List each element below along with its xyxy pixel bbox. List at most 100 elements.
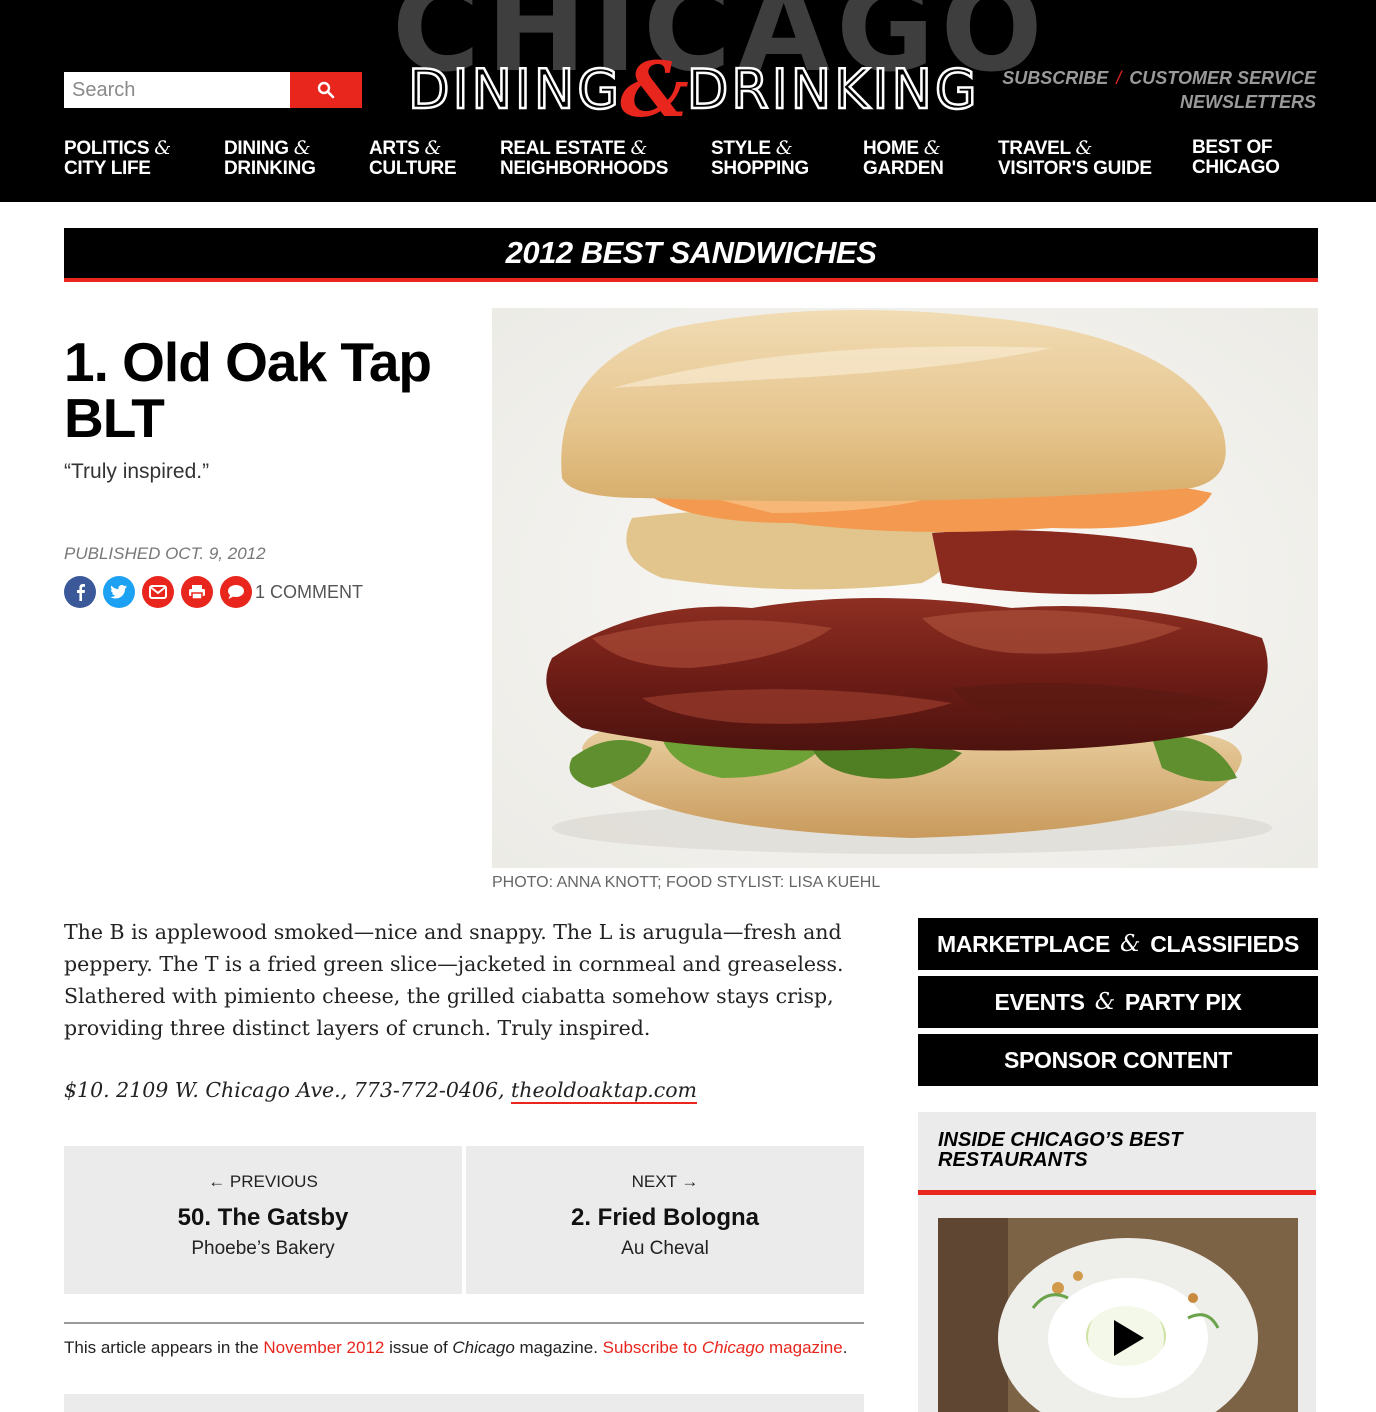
previous-article-link[interactable]: ← PREVIOUS 50. The Gatsby Phoebe’s Baker… <box>64 1146 462 1294</box>
search-form <box>64 72 362 108</box>
logo-word-dining: DINING <box>407 58 623 121</box>
print-button[interactable] <box>181 576 213 608</box>
issue-note: This article appears in the November 201… <box>64 1338 884 1358</box>
events-party-pix-button[interactable]: EVENTS & PARTY PIX <box>918 976 1318 1028</box>
next-label: NEXT → <box>631 1172 699 1191</box>
widget-title[interactable]: INSIDE CHICAGO’S BEST RESTAURANTS <box>938 1130 1298 1170</box>
site-header: CHICAGO DINING & DRINKING SUBSCRIBE / CUST… <box>0 0 1376 202</box>
publish-date: PUBLISHED OCT. 9, 2012 <box>64 544 266 563</box>
nav-ampersand: & <box>1075 137 1093 159</box>
facebook-share-button[interactable] <box>64 576 96 608</box>
nav-ampersand: & <box>923 137 941 159</box>
sponsor-content-button[interactable]: SPONSOR CONTENT <box>918 1034 1318 1086</box>
nav-politics-city-life[interactable]: POLITICS & CITY LIFE <box>64 138 171 179</box>
button-label: CLASSIFIEDS <box>1150 930 1299 957</box>
nav-label-line1: STYLE <box>711 138 771 159</box>
divider <box>64 1322 864 1324</box>
customer-service-link[interactable]: CUSTOMER SERVICE <box>1129 68 1316 88</box>
nav-ampersand: & <box>293 137 311 159</box>
nav-ampersand: & <box>424 137 442 159</box>
subscribe-link-text: Subscribe to <box>602 1338 702 1357</box>
nav-real-estate-neighborhoods[interactable]: REAL ESTATE & NEIGHBORHOODS <box>500 138 668 179</box>
nav-label-line1: ARTS <box>369 138 420 159</box>
utility-links: SUBSCRIBE / CUSTOMER SERVICE NEWSLETTERS <box>1002 66 1316 114</box>
nav-label-line2: CULTURE <box>369 158 457 179</box>
nav-home-garden[interactable]: HOME & GARDEN <box>863 138 944 179</box>
nav-arts-culture[interactable]: ARTS & CULTURE <box>369 137 457 179</box>
button-label: EVENTS <box>994 988 1085 1015</box>
next-restaurant: Au Cheval <box>621 1238 709 1259</box>
sandwich-illustration <box>492 308 1318 868</box>
nav-label-line2: CHICAGO <box>1192 157 1280 178</box>
facebook-icon <box>77 584 85 601</box>
nav-ampersand: & <box>154 137 171 159</box>
section-title-bar[interactable]: 2012 BEST SANDWICHES <box>64 228 1318 282</box>
nav-label-line2: NEIGHBORHOODS <box>500 158 669 179</box>
search-icon <box>317 81 335 99</box>
video-still <box>938 1218 1298 1412</box>
nav-travel-visitors-guide[interactable]: TRAVEL & VISITOR'S GUIDE <box>998 138 1152 179</box>
search-input[interactable] <box>64 72 290 108</box>
previous-label: ← PREVIOUS <box>208 1172 318 1191</box>
logo-word-drinking: DRINKING <box>685 58 980 121</box>
twitter-icon <box>110 585 127 599</box>
nav-label-line1: DINING <box>224 138 289 159</box>
widget-rule <box>918 1190 1316 1195</box>
nav-label-line2: VISITOR'S GUIDE <box>998 158 1152 179</box>
share-bar: 1 COMMENT <box>64 576 363 608</box>
nav-label-line1: POLITICS <box>64 138 150 159</box>
issue-note-text: magazine. <box>514 1338 603 1357</box>
print-icon <box>189 585 205 600</box>
nav-ampersand: & <box>775 137 793 159</box>
next-article-link[interactable]: NEXT → 2. Fried Bologna Au Cheval <box>466 1146 864 1294</box>
issue-link[interactable]: November 2012 <box>263 1338 384 1357</box>
nav-label-line1: TRAVEL <box>998 138 1071 159</box>
nav-dining-drinking[interactable]: DINING & DRINKING <box>224 138 316 179</box>
nav-best-of-chicago[interactable]: BEST OF CHICAGO <box>1192 138 1280 178</box>
nav-label-line2: SHOPPING <box>711 158 809 179</box>
subscribe-magazine-link[interactable]: Subscribe to Chicago magazine <box>603 1338 843 1357</box>
twitter-share-button[interactable] <box>103 576 135 608</box>
subscribe-link[interactable]: SUBSCRIBE <box>1002 68 1108 88</box>
button-ampersand: & <box>1120 931 1141 957</box>
button-ampersand: & <box>1094 989 1115 1015</box>
magazine-name: Chicago <box>452 1338 515 1357</box>
nav-ampersand: & <box>630 137 648 159</box>
marketplace-classifieds-button[interactable]: MARKETPLACE & CLASSIFIEDS <box>918 918 1318 970</box>
email-icon <box>149 585 167 599</box>
nav-label-line1: BEST OF <box>1192 137 1273 158</box>
photo-credit: PHOTO: ANNA KNOTT; FOOD STYLIST: LISA KU… <box>492 874 881 891</box>
article-dek: “Truly inspired.” <box>64 460 210 483</box>
button-label: SPONSOR CONTENT <box>1003 1046 1233 1073</box>
subscribe-link-text: magazine <box>764 1338 843 1357</box>
comments-panel <box>64 1394 864 1412</box>
nav-label-line1: REAL ESTATE <box>500 138 626 159</box>
issue-note-end: . <box>842 1338 848 1357</box>
previous-restaurant: Phoebe’s Bakery <box>191 1238 335 1259</box>
newsletters-link[interactable]: NEWSLETTERS <box>1180 92 1316 112</box>
previous-title: 50. The Gatsby <box>177 1204 349 1231</box>
article-body: The B is applewood smoked—nice and snapp… <box>64 920 844 1040</box>
email-share-button[interactable] <box>142 576 174 608</box>
nav-label-line2: CITY LIFE <box>64 158 151 179</box>
restaurant-website-link[interactable]: theoldoaktap.com <box>511 1078 697 1104</box>
comment-count[interactable]: 1 COMMENT <box>255 582 363 603</box>
restaurant-details: $10. 2109 W. Chicago Ave., 773-772-0406, <box>64 1078 512 1102</box>
article-title-line1: 1. Old Oak Tap <box>64 331 432 393</box>
button-label: MARKETPLACE <box>937 930 1111 957</box>
nav-style-shopping[interactable]: STYLE & SHOPPING <box>711 138 809 179</box>
nav-label-line1: HOME <box>863 138 919 159</box>
button-label: PARTY PIX <box>1124 988 1242 1015</box>
utility-separator: / <box>1116 68 1122 88</box>
article-title: 1. Old Oak Tap BLT <box>64 334 464 446</box>
nav-label-line2: DRINKING <box>224 158 316 179</box>
logo-ampersand: & <box>620 45 689 134</box>
video-thumbnail[interactable] <box>938 1218 1298 1412</box>
restaurant-info: $10. 2109 W. Chicago Ave., 773-772-0406,… <box>64 1078 864 1104</box>
search-button[interactable] <box>290 72 362 108</box>
nav-label-line2: GARDEN <box>863 158 944 179</box>
hero-photo <box>492 308 1318 868</box>
next-title: 2. Fried Bologna <box>570 1204 759 1231</box>
issue-note-text: This article appears in the <box>64 1338 264 1357</box>
comments-button[interactable] <box>220 576 252 608</box>
